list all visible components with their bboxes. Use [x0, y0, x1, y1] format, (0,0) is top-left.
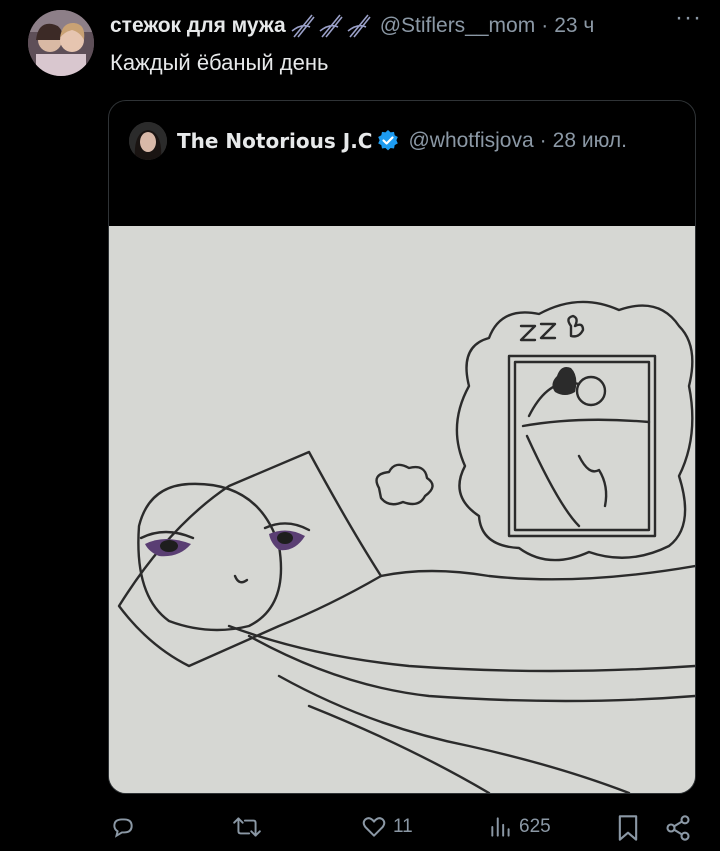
views-count: 625 — [519, 816, 551, 837]
author-handle[interactable]: @Stiflers__mom — [380, 14, 536, 38]
post-time[interactable]: 23 ч — [554, 14, 594, 38]
reply-button[interactable] — [110, 814, 136, 840]
quoted-author-name[interactable]: The Notorious J.C — [177, 129, 372, 153]
quoted-post-header: The Notorious J.C @whotfisjova · 28 июл. — [129, 121, 681, 161]
bookmark-icon — [616, 814, 640, 842]
heart-icon — [360, 814, 388, 840]
action-bar: 11 625 — [0, 800, 720, 850]
share-icon — [664, 814, 692, 842]
views-icon — [488, 814, 514, 840]
post-header: стежок для мужа @Stiflers__mom · 23 ч — [110, 12, 700, 40]
quoted-media-image[interactable] — [109, 226, 695, 793]
repost-icon — [232, 814, 262, 840]
quoted-author-handle[interactable]: @whotfisjova — [408, 129, 533, 153]
reply-icon — [110, 814, 136, 840]
separator-dot: · — [541, 14, 549, 37]
verified-badge-icon — [376, 129, 400, 153]
post-text: Каждый ёбаный день — [110, 50, 329, 75]
like-count: 11 — [393, 816, 413, 837]
like-button[interactable]: 11 — [360, 814, 413, 840]
quoted-post-date[interactable]: 28 июл. — [553, 129, 627, 153]
quoted-post[interactable]: The Notorious J.C @whotfisjova · 28 июл. — [108, 100, 696, 794]
bookmark-button[interactable] — [616, 814, 640, 842]
quoted-author-avatar[interactable] — [129, 122, 167, 160]
threads-needle-icon — [290, 13, 374, 39]
author-avatar[interactable] — [28, 10, 94, 76]
author-name[interactable]: стежок для мужа — [110, 14, 286, 38]
share-button[interactable] — [664, 814, 692, 842]
repost-button[interactable] — [232, 814, 262, 840]
views-button[interactable]: 625 — [488, 814, 551, 840]
separator-dot: · — [539, 129, 547, 152]
more-horizontal-icon[interactable]: ··· — [675, 4, 702, 32]
